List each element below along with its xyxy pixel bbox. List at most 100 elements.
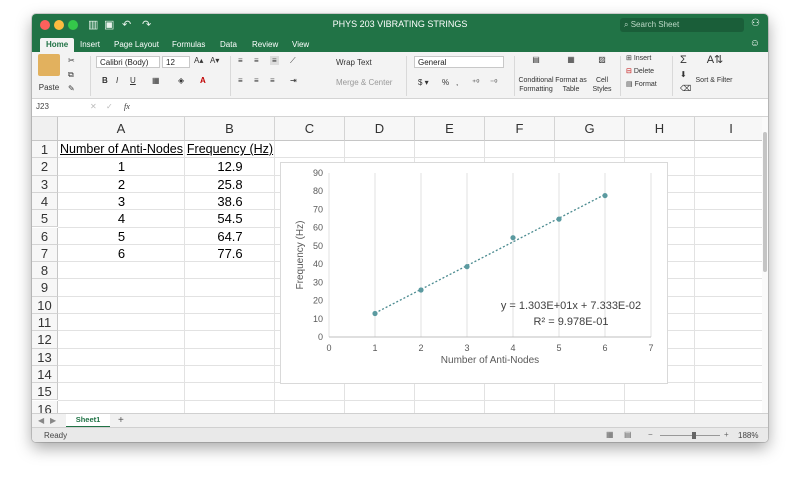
column-header-a[interactable]: A: [58, 117, 185, 141]
merge-center-button[interactable]: Merge & Center: [336, 78, 392, 87]
sort-filter-icon[interactable]: A⇅: [698, 54, 732, 74]
cell-styles-icon[interactable]: ▨: [588, 54, 616, 76]
row-header[interactable]: 16: [32, 400, 58, 413]
bold-button[interactable]: B: [102, 76, 108, 85]
clear-icon[interactable]: ⌫: [680, 84, 691, 93]
tab-formulas[interactable]: Formulas: [166, 38, 211, 52]
cell-anti-nodes[interactable]: 3: [58, 193, 185, 210]
column-header-f[interactable]: F: [485, 117, 555, 141]
conditional-formatting-button[interactable]: Conditional Formatting: [516, 76, 556, 94]
normal-view-icon[interactable]: ▦: [606, 430, 614, 439]
page-layout-view-icon[interactable]: ▤: [624, 430, 632, 439]
zoom-in-icon[interactable]: +: [724, 430, 729, 439]
cell-anti-nodes[interactable]: 6: [58, 245, 185, 262]
comma-icon[interactable]: ,: [456, 78, 458, 87]
format-painter-icon[interactable]: ✎: [68, 84, 75, 93]
align-bottom-icon[interactable]: ≡: [270, 56, 279, 65]
cell-anti-nodes[interactable]: 1: [58, 158, 185, 175]
add-sheet-icon[interactable]: +: [118, 415, 124, 426]
row-header[interactable]: 7: [32, 244, 58, 263]
shrink-font-icon[interactable]: A▾: [210, 56, 219, 65]
decrease-decimal-icon[interactable]: ⁻⁰: [490, 78, 497, 87]
tab-page-layout[interactable]: Page Layout: [108, 38, 165, 52]
row-header[interactable]: 10: [32, 296, 58, 314]
zoom-out-icon[interactable]: −: [648, 430, 653, 439]
increase-decimal-icon[interactable]: ⁺⁰: [472, 78, 479, 87]
underline-button[interactable]: U: [130, 76, 136, 85]
row-header[interactable]: 1: [32, 141, 58, 159]
share-icon[interactable]: ⚇: [751, 18, 760, 29]
name-box[interactable]: J23: [36, 102, 80, 114]
align-left-icon[interactable]: ≡: [238, 76, 243, 85]
orientation-icon[interactable]: ⟋: [290, 56, 296, 66]
zoom-slider-thumb[interactable]: [692, 432, 696, 439]
font-name-select[interactable]: Calibri (Body): [96, 56, 160, 68]
cell-frequency[interactable]: 77.6: [185, 245, 275, 262]
format-as-table-icon[interactable]: ▦: [556, 54, 586, 76]
row-header[interactable]: 15: [32, 383, 58, 401]
cell-anti-nodes[interactable]: 5: [58, 228, 185, 245]
cell-frequency[interactable]: 64.7: [185, 228, 275, 245]
cell-anti-nodes[interactable]: 2: [58, 176, 185, 193]
zoom-slider[interactable]: [660, 435, 720, 436]
conditional-formatting-icon[interactable]: ▤: [520, 54, 552, 76]
vertical-scroll-thumb[interactable]: [763, 132, 767, 272]
clipboard-icon[interactable]: [38, 54, 60, 76]
tab-home[interactable]: Home: [40, 38, 75, 52]
cell-frequency[interactable]: 38.6: [185, 193, 275, 210]
cut-icon[interactable]: ✂: [68, 56, 75, 65]
row-header[interactable]: 13: [32, 348, 58, 366]
row-header[interactable]: 2: [32, 158, 58, 176]
percent-icon[interactable]: %: [442, 78, 449, 87]
autosum-icon[interactable]: Σ: [680, 54, 687, 66]
function-button[interactable]: fx: [124, 102, 130, 111]
number-format-select[interactable]: General: [414, 56, 504, 68]
format-as-table-button[interactable]: Format as Table: [552, 76, 590, 94]
currency-icon[interactable]: $ ▾: [418, 78, 429, 87]
insert-cells-button[interactable]: ⊞ Insert: [626, 54, 651, 62]
delete-cells-button[interactable]: ⊟ Delete: [626, 67, 654, 75]
row-header[interactable]: 14: [32, 365, 58, 384]
column-header-i[interactable]: I: [695, 117, 762, 141]
select-all-corner[interactable]: [32, 117, 58, 141]
align-center-icon[interactable]: ≡: [254, 76, 259, 85]
cell-styles-button[interactable]: Cell Styles: [586, 76, 618, 94]
smiley-icon[interactable]: ☺: [750, 38, 760, 49]
align-right-icon[interactable]: ≡: [270, 76, 275, 85]
search-input[interactable]: ⌕ Search Sheet: [620, 18, 744, 32]
row-header[interactable]: 12: [32, 331, 58, 349]
row-header[interactable]: 8: [32, 262, 58, 280]
row-header[interactable]: 6: [32, 227, 58, 245]
fill-icon[interactable]: ⬇: [680, 70, 687, 79]
row-header[interactable]: 4: [32, 192, 58, 211]
font-color-icon[interactable]: A: [200, 76, 206, 85]
prev-sheet-icon[interactable]: ◀: [38, 416, 44, 425]
align-middle-icon[interactable]: ≡: [254, 56, 259, 65]
grow-font-icon[interactable]: A▴: [194, 56, 203, 65]
align-top-icon[interactable]: ≡: [238, 56, 243, 65]
header-anti-nodes[interactable]: Number of Anti-Nodes: [58, 141, 185, 158]
indent-icon[interactable]: ⇥: [290, 76, 297, 85]
sheet-tab-sheet1[interactable]: Sheet1: [66, 414, 110, 428]
tab-insert[interactable]: Insert: [74, 38, 106, 52]
row-header[interactable]: 5: [32, 210, 58, 228]
column-header-g[interactable]: G: [555, 117, 625, 141]
tab-review[interactable]: Review: [246, 38, 284, 52]
tab-data[interactable]: Data: [214, 38, 243, 52]
fill-color-icon[interactable]: ◈: [178, 76, 184, 85]
cell-frequency[interactable]: 12.9: [185, 158, 275, 175]
next-sheet-icon[interactable]: ▶: [50, 416, 56, 425]
paste-button[interactable]: Paste: [36, 82, 62, 94]
cancel-icon[interactable]: ✕: [90, 102, 97, 111]
enter-icon[interactable]: ✓: [106, 102, 113, 111]
row-header[interactable]: 11: [32, 314, 58, 332]
cell-frequency[interactable]: 25.8: [185, 176, 275, 193]
italic-button[interactable]: I: [116, 76, 118, 85]
column-header-c[interactable]: C: [275, 117, 345, 141]
row-header[interactable]: 9: [32, 279, 58, 297]
format-cells-button[interactable]: ▤ Format: [626, 80, 657, 88]
column-header-b[interactable]: B: [185, 117, 275, 141]
spreadsheet-grid[interactable]: A B C D E F G H I 1 2 3 4 5 6 7 8 9 10 11 12 13 14 15 1…: [32, 117, 762, 413]
borders-icon[interactable]: ▦: [152, 76, 160, 85]
font-size-select[interactable]: 12: [162, 56, 190, 68]
